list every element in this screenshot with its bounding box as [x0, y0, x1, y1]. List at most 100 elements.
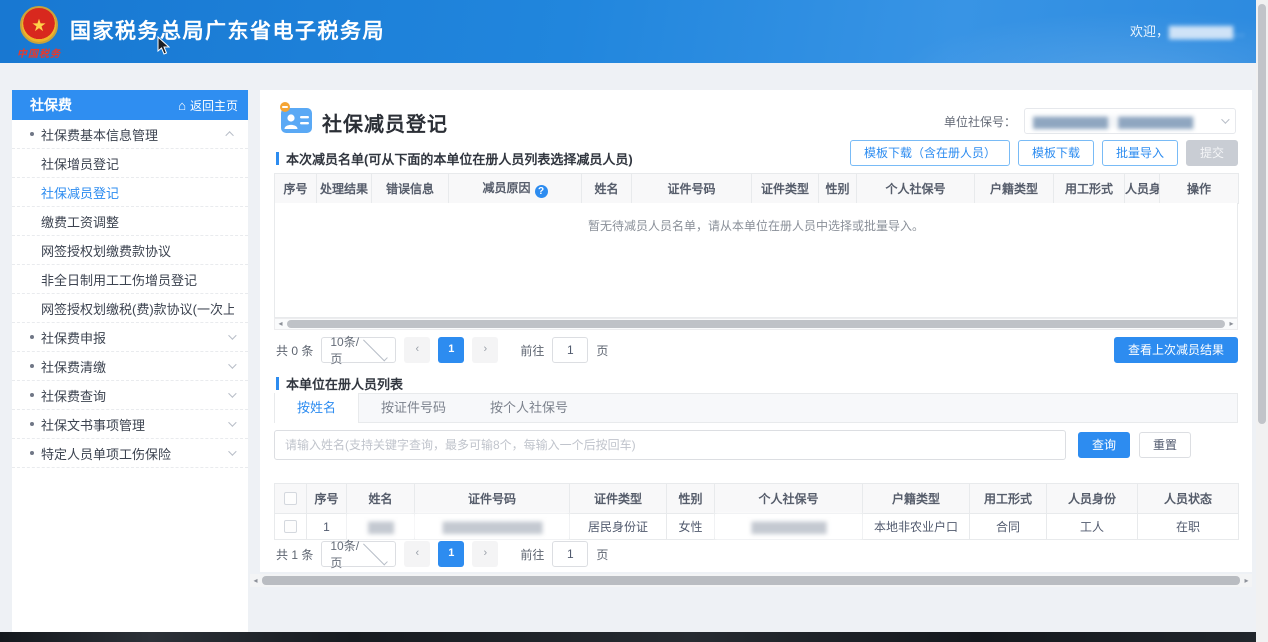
- sidebar-group-document-mgmt[interactable]: 社保文书事项管理: [12, 410, 248, 439]
- select-all-checkbox[interactable]: [284, 492, 297, 505]
- section-registered-list-title: 本单位在册人员列表: [276, 374, 403, 393]
- tab-by-id-number[interactable]: 按证件号码: [359, 394, 468, 422]
- reset-button[interactable]: 重置: [1139, 432, 1191, 458]
- col-gender: 性别: [819, 174, 857, 204]
- table-row: 1 ▇▇▇ ▇▇▇▇▇▇▇▇▇▇▇▇ 居民身份证 女性 ▇▇▇▇▇▇▇▇▇ 本地…: [275, 514, 1239, 540]
- col-household-type: 户籍类型: [863, 484, 970, 514]
- chevron-down-icon: [228, 331, 236, 339]
- submit-button[interactable]: 提交: [1186, 140, 1238, 166]
- template-download-with-members-button[interactable]: 模板下载（含在册人员）: [850, 140, 1010, 166]
- page-size-select[interactable]: 10条/页: [321, 337, 396, 363]
- unit-ssn-select[interactable]: ▇▇▇▇▇▇▇▇▇｜▇▇▇▇▇▇▇▇▇: [1024, 108, 1236, 134]
- goto-page-input[interactable]: [552, 541, 588, 567]
- chevron-down-icon: [228, 360, 236, 368]
- sidebar-item-fee-agreement[interactable]: 网签授权划缴费款协议: [12, 236, 248, 265]
- user-name-redacted: ▇▇▇▇▇▇▇…: [1169, 24, 1244, 39]
- chevron-down-icon: [228, 418, 236, 426]
- goto-label: 前往: [520, 546, 544, 563]
- bullet-icon: [30, 335, 34, 339]
- scroll-right-icon[interactable]: ▸: [1241, 576, 1252, 586]
- sidebar-group-basic-info-mgmt[interactable]: 社保费基本信息管理: [12, 120, 248, 149]
- sidebar-group-query[interactable]: 社保费查询: [12, 381, 248, 410]
- col-id-number: 证件号码: [632, 174, 752, 204]
- current-page[interactable]: 1: [438, 541, 464, 567]
- prev-page-button[interactable]: ‹: [404, 337, 430, 363]
- goto-label: 前往: [520, 342, 544, 359]
- page-unit-label: 页: [596, 546, 608, 563]
- sidebar-group-special-injury[interactable]: 特定人员单项工伤保险: [12, 439, 248, 468]
- reduce-list-table: 序号 处理结果 错误信息 减员原因? 姓名 证件号码 证件类型 性别 个人社保号…: [274, 173, 1239, 204]
- bullet-icon: [30, 422, 34, 426]
- sidebar-item-wage-adjust[interactable]: 缴费工资调整: [12, 207, 248, 236]
- row-checkbox[interactable]: [284, 520, 297, 533]
- logo-caption: 中国税务: [16, 45, 62, 60]
- current-page[interactable]: 1: [438, 337, 464, 363]
- next-page-button[interactable]: ›: [472, 541, 498, 567]
- sidebar-header: 社保费 ⌂返回主页: [12, 90, 248, 120]
- col-id-type: 证件类型: [752, 174, 819, 204]
- col-gender: 性别: [667, 484, 715, 514]
- total-count: 共 1 条: [276, 546, 313, 563]
- mouse-cursor-icon: [157, 36, 170, 55]
- bullet-icon: [30, 451, 34, 455]
- scroll-right-icon[interactable]: ▸: [1226, 319, 1237, 329]
- chevron-down-icon: [363, 336, 388, 361]
- search-input[interactable]: [274, 430, 1066, 460]
- scroll-left-icon[interactable]: ◂: [250, 576, 261, 586]
- page-title-icon: [278, 101, 314, 137]
- col-actions: 操作: [1160, 174, 1239, 204]
- chevron-down-icon: [228, 447, 236, 455]
- scrollbar-thumb[interactable]: [287, 320, 1225, 328]
- sidebar-group-declare[interactable]: 社保费申报: [12, 323, 248, 352]
- home-icon: ⌂: [178, 98, 186, 113]
- col-person-status: 人员状态: [1138, 484, 1239, 514]
- goto-page-input[interactable]: [552, 337, 588, 363]
- view-last-results-button[interactable]: 查看上次减员结果: [1114, 337, 1238, 363]
- cell-gender: 女性: [667, 514, 715, 540]
- site-title: 国家税务总局广东省电子税务局: [70, 0, 385, 63]
- chevron-down-icon: [1221, 115, 1229, 123]
- cell-employment-form: 合同: [970, 514, 1047, 540]
- prev-page-button[interactable]: ‹: [404, 541, 430, 567]
- page-size-select[interactable]: 10条/页: [321, 541, 396, 567]
- bullet-icon: [30, 364, 34, 368]
- toolbar: 模板下载（含在册人员） 模板下载 批量导入 提交: [850, 140, 1238, 166]
- table1-horizontal-scrollbar: ◂ ▸: [274, 318, 1238, 330]
- help-icon[interactable]: ?: [535, 185, 548, 198]
- sidebar-item-add-member[interactable]: 社保增员登记: [12, 149, 248, 178]
- tab-by-personal-ssn[interactable]: 按个人社保号: [468, 394, 590, 422]
- sidebar-item-reduce-member[interactable]: 社保减员登记: [12, 178, 248, 207]
- scroll-left-icon[interactable]: ◂: [275, 319, 286, 329]
- total-count: 共 0 条: [276, 342, 313, 359]
- section-reduce-list-title: 本次减员名单(可从下面的本单位在册人员列表选择减员人员): [276, 149, 633, 168]
- pagination-reduce-list: 共 0 条 10条/页 ‹ 1 › 前往 页: [276, 337, 608, 363]
- col-reduce-reason: 减员原因?: [449, 174, 582, 204]
- scrollbar-thumb[interactable]: [1258, 4, 1266, 424]
- query-button[interactable]: 查询: [1078, 432, 1130, 458]
- bullet-icon: [30, 132, 34, 136]
- search-row: 查询 重置: [274, 430, 1238, 460]
- template-download-button[interactable]: 模板下载: [1018, 140, 1094, 166]
- sidebar-group-settle[interactable]: 社保费清缴: [12, 352, 248, 381]
- tab-by-name[interactable]: 按姓名: [275, 393, 359, 423]
- page-horizontal-scrollbar: ◂ ▸: [250, 574, 1252, 587]
- unit-ssn-value-redacted: ▇▇▇▇▇▇▇▇▇｜▇▇▇▇▇▇▇▇▇: [1033, 113, 1221, 130]
- page-unit-label: 页: [596, 342, 608, 359]
- tax-bureau-logo: ★ 中国税务: [16, 6, 62, 60]
- unit-ssn-label: 单位社保号：: [944, 113, 1016, 130]
- cell-personal-ssn-redacted: ▇▇▇▇▇▇▇▇▇: [715, 514, 863, 540]
- table-header-row: 序号 姓名 证件号码 证件类型 性别 个人社保号 户籍类型 用工形式 人员身份 …: [275, 484, 1239, 514]
- col-personal-ssn: 个人社保号: [857, 174, 975, 204]
- sidebar: 社保费 ⌂返回主页 社保费基本信息管理 社保增员登记 社保减员登记 缴费工资调整…: [12, 90, 248, 632]
- welcome-user[interactable]: 欢迎，▇▇▇▇▇▇▇…: [1130, 0, 1244, 63]
- top-header: ★ 中国税务 国家税务总局广东省电子税务局 欢迎，▇▇▇▇▇▇▇…: [0, 0, 1268, 63]
- return-home-link[interactable]: ⌂返回主页: [178, 97, 238, 114]
- cell-household-type: 本地非农业户口: [863, 514, 970, 540]
- national-emblem-icon: ★: [20, 6, 58, 44]
- scrollbar-thumb[interactable]: [262, 576, 1240, 585]
- unit-ssn-field: 单位社保号： ▇▇▇▇▇▇▇▇▇｜▇▇▇▇▇▇▇▇▇: [944, 108, 1236, 134]
- sidebar-item-tax-fee-agreement[interactable]: 网签授权划缴税(费)款协议(一次上门): [12, 294, 248, 323]
- next-page-button[interactable]: ›: [472, 337, 498, 363]
- batch-import-button[interactable]: 批量导入: [1102, 140, 1178, 166]
- sidebar-item-parttime-injury[interactable]: 非全日制用工工伤增员登记: [12, 265, 248, 294]
